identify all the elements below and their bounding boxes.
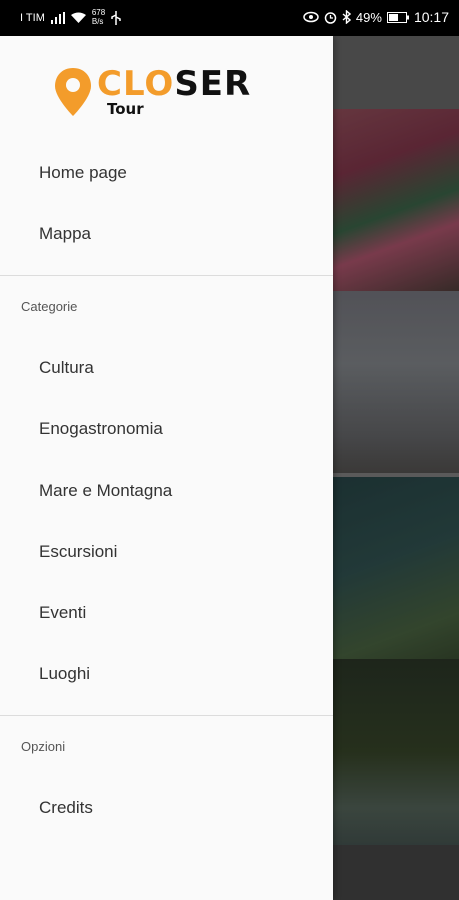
clock: 10:17 (413, 9, 449, 25)
net-speed-unit: B/s (91, 17, 104, 26)
eye-icon (303, 11, 319, 23)
logo-word-main: SER (174, 64, 252, 104)
divider (0, 275, 333, 276)
net-speed-value: 678 (91, 8, 106, 17)
signal-icon (50, 12, 65, 24)
app-logo: CLOSER (53, 64, 293, 124)
bluetooth-icon (342, 10, 351, 24)
menu-item-eventi[interactable]: Eventi (39, 602, 86, 624)
menu-item-enogastronomia[interactable]: Enogastronomia (39, 418, 163, 440)
status-bar: I TIM 678 B/s 49% 10:17 (0, 0, 459, 36)
logo-subtitle: Tour (107, 100, 144, 118)
logo-word-accent: CLO (97, 64, 175, 104)
menu-item-escursioni[interactable]: Escursioni (39, 541, 117, 563)
menu-item-mappa[interactable]: Mappa (39, 223, 91, 245)
alarm-icon (324, 11, 337, 24)
menu-item-luoghi[interactable]: Luoghi (39, 663, 90, 685)
section-header-opzioni: Opzioni (21, 739, 66, 754)
section-header-categorie: Categorie (21, 299, 78, 314)
menu-item-cultura[interactable]: Cultura (39, 357, 94, 379)
net-speed: 678 B/s (92, 8, 105, 26)
carrier-label: I TIM (20, 12, 45, 24)
wifi-icon (70, 12, 86, 23)
battery-percent: 49% (355, 9, 382, 25)
navigation-drawer: CLOSER Tour Home page Mappa Categorie Cu… (0, 36, 333, 900)
usb-icon (111, 11, 121, 25)
menu-item-credits[interactable]: Credits (39, 797, 93, 819)
logo-wordmark: CLOSER (97, 64, 251, 104)
battery-icon (386, 11, 409, 23)
status-left: I TIM 678 B/s (20, 8, 121, 26)
menu-item-mare-e-montagna[interactable]: Mare e Montagna (39, 480, 172, 502)
location-pin-icon (55, 68, 91, 116)
divider (0, 715, 333, 716)
menu-item-home-page[interactable]: Home page (39, 162, 127, 184)
status-right: 49% 10:17 (303, 9, 449, 25)
